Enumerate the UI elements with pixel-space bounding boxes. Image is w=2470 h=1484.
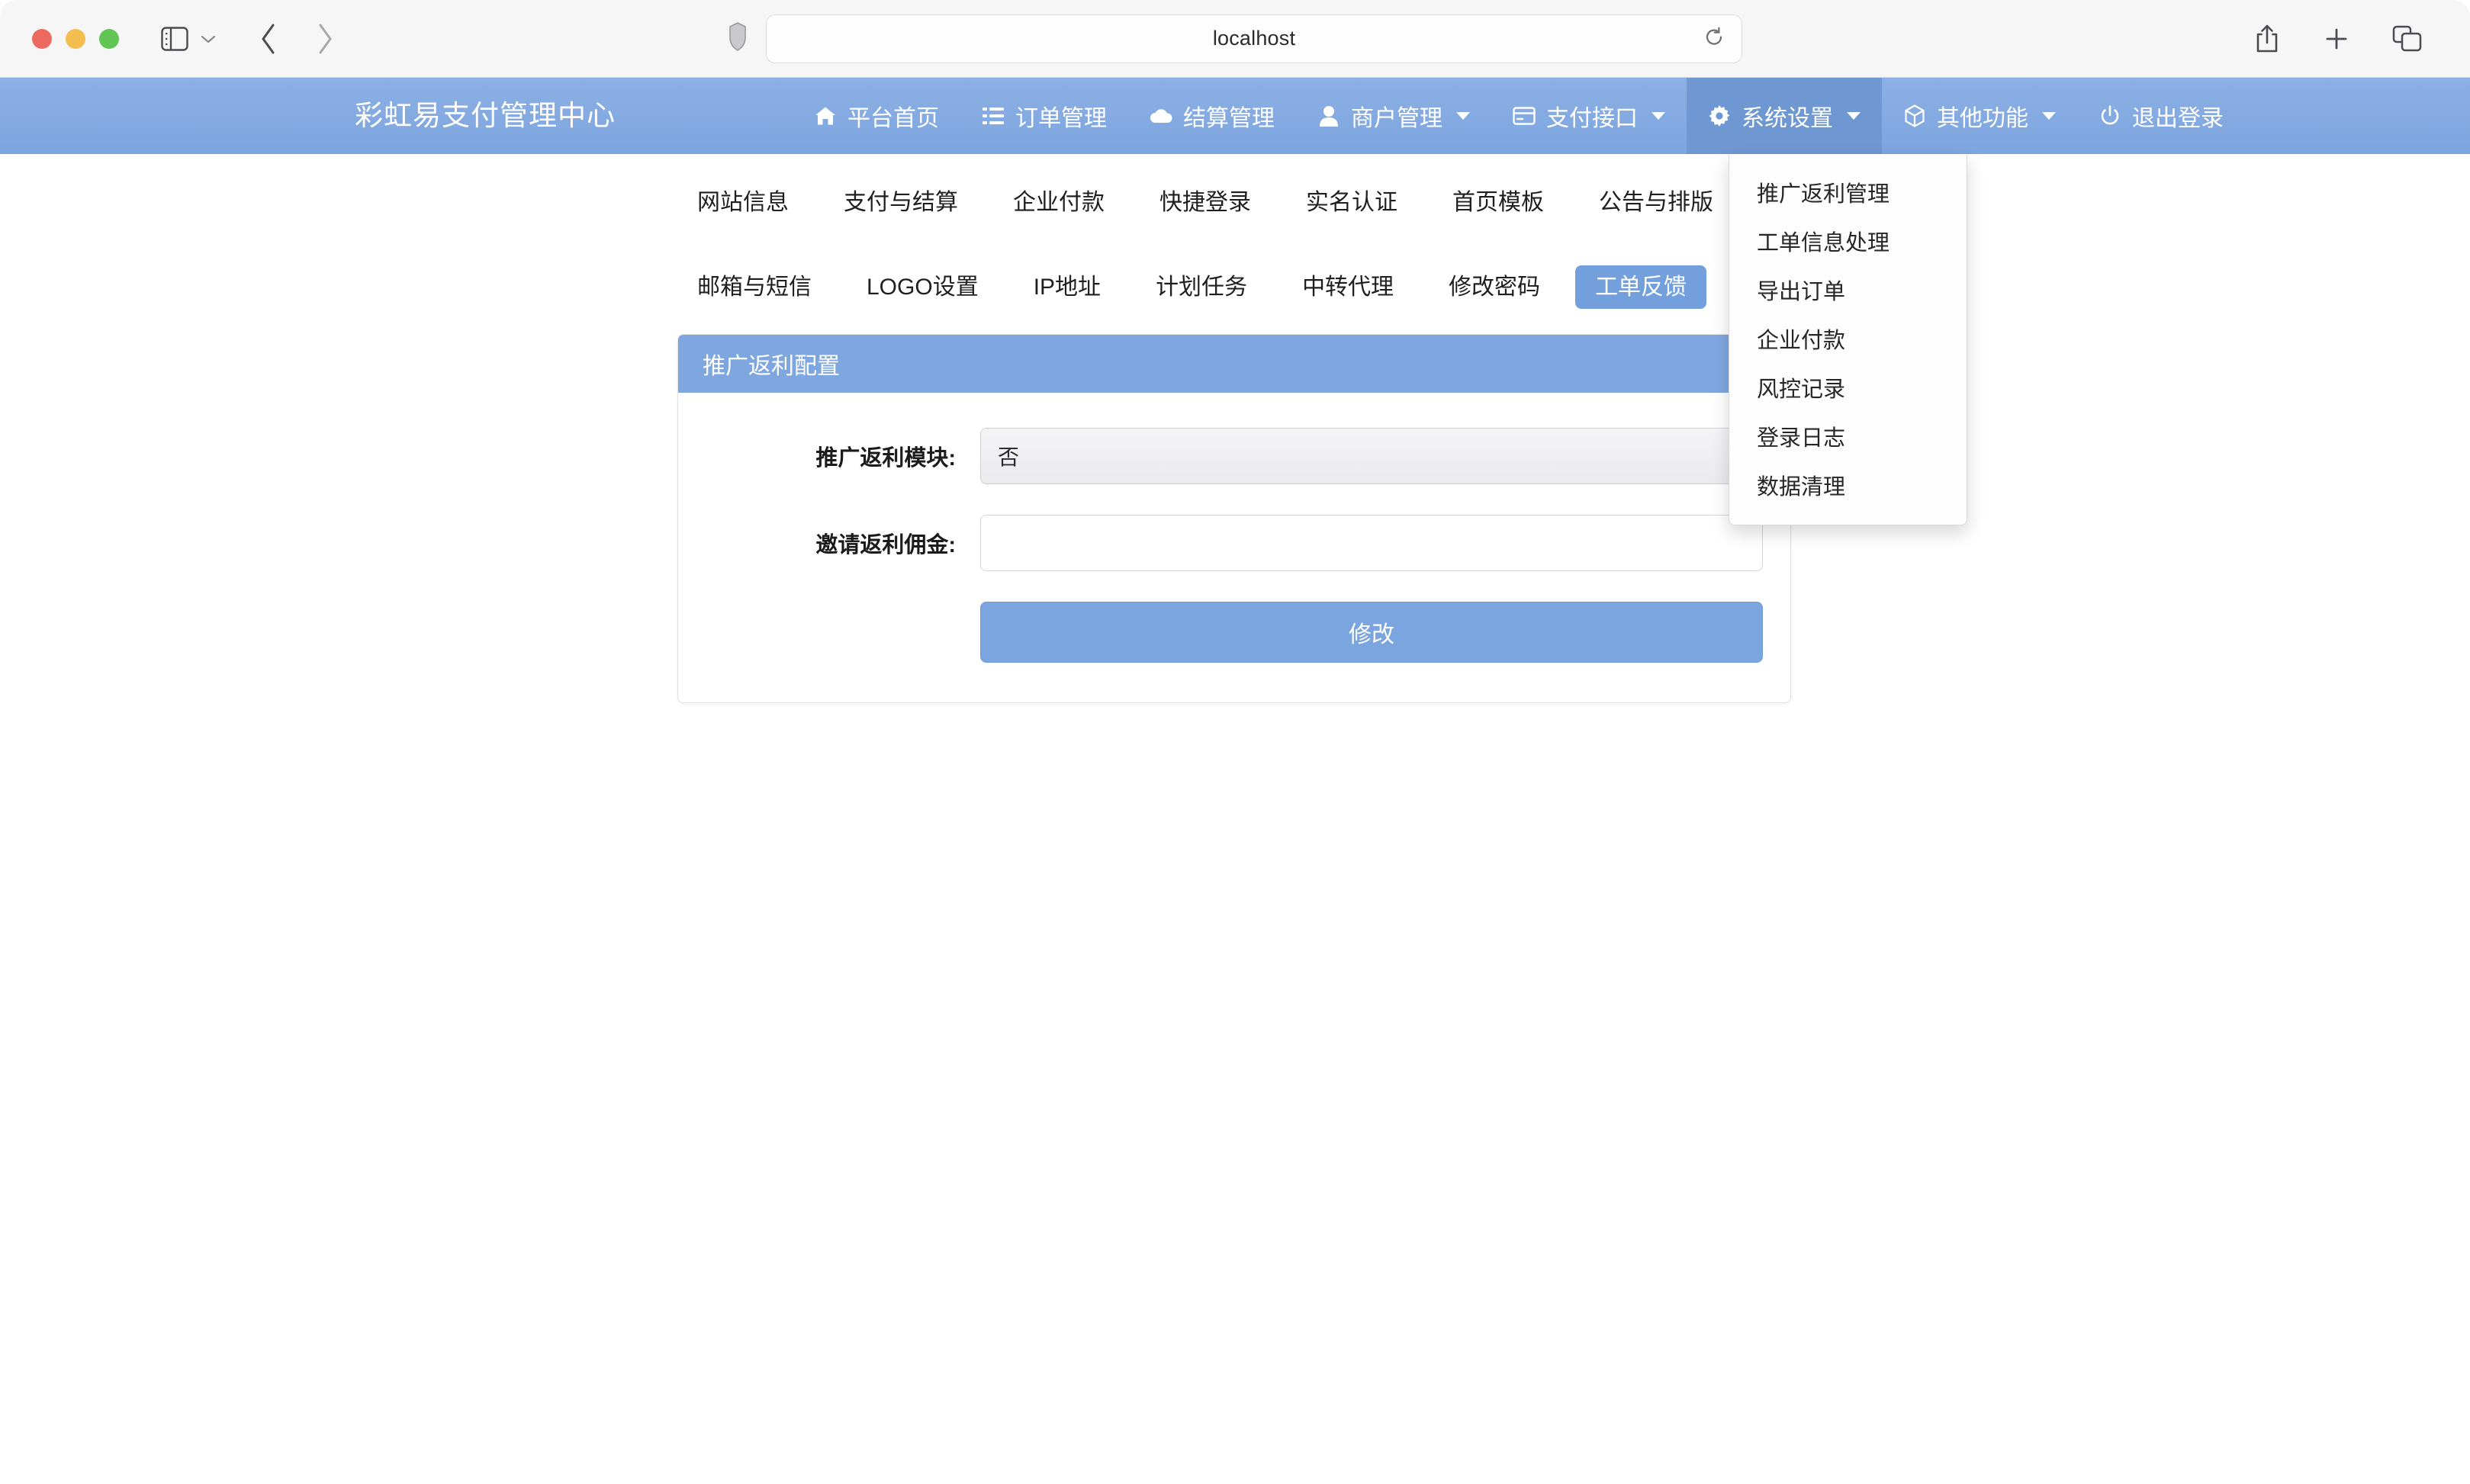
nav-item-label: 平台首页	[847, 106, 939, 131]
tab-homepage-template[interactable]: 首页模板	[1433, 181, 1564, 225]
tab-enterprise-payment[interactable]: 企业付款	[993, 181, 1124, 225]
nav-item-label: 系统设置	[1742, 106, 1833, 131]
list-icon	[982, 104, 1005, 127]
nav-item-system-settings[interactable]: 系统设置	[1687, 78, 1882, 154]
nav-item-merchants[interactable]: 商户管理	[1296, 78, 1491, 154]
tab-quick-login[interactable]: 快捷登录	[1140, 181, 1271, 225]
dropdown-item-risk-records[interactable]: 风控记录	[1729, 363, 1967, 412]
nav-item-label: 退出登录	[2132, 106, 2224, 131]
gear-icon	[1708, 104, 1731, 127]
address-bar-container: localhost	[0, 14, 2470, 63]
form-row-invite-commission: 邀请返利佣金:	[706, 515, 1763, 571]
window-controls	[32, 28, 119, 49]
app-title: 彩虹易支付管理中心	[355, 100, 616, 131]
nav-item-payment-interface[interactable]: 支付接口	[1491, 78, 1687, 154]
dropdown-item-login-log[interactable]: 登录日志	[1729, 412, 1967, 461]
browser-toolbar: localhost	[0, 0, 2470, 78]
chevron-down-icon	[1456, 112, 1470, 120]
form-actions: 修改	[706, 602, 1763, 663]
dropdown-item-ticket-processing[interactable]: 工单信息处理	[1729, 217, 1967, 265]
tab-email-sms[interactable]: 邮箱与短信	[677, 265, 831, 310]
user-icon	[1317, 104, 1340, 127]
nav-item-label: 其他功能	[1937, 106, 2028, 131]
nav-item-label: 结算管理	[1183, 106, 1275, 131]
tab-site-info[interactable]: 网站信息	[677, 181, 809, 225]
page-content: 网站信息 支付与结算 企业付款 快捷登录 实名认证 首页模板 公告与排版 邮箱与…	[0, 154, 2470, 1484]
form-row-rebate-module: 推广返利模块: 否	[706, 428, 1763, 484]
toolbar-actions	[2253, 24, 2423, 54]
tab-payment-settlement[interactable]: 支付与结算	[824, 181, 978, 225]
chevron-down-icon	[2042, 112, 2056, 120]
tab-change-password[interactable]: 修改密码	[1429, 265, 1560, 310]
nav-item-home[interactable]: 平台首页	[793, 78, 960, 154]
nav-item-label: 商户管理	[1351, 106, 1442, 131]
promotion-rebate-panel: 推广返利配置 推广返利模块: 否 邀请返利佣金: 修改	[677, 334, 1791, 703]
minimize-window-button[interactable]	[66, 28, 85, 49]
main-nav: 平台首页 订单管理 结算管理 商户管理 支付接口 系统设置 其他功能 退出登录	[793, 78, 2245, 154]
shield-icon[interactable]	[728, 21, 748, 56]
tab-scheduled-tasks[interactable]: 计划任务	[1136, 265, 1267, 310]
panel-title: 推广返利配置	[678, 335, 1790, 393]
share-icon[interactable]	[2253, 24, 2281, 54]
chevron-down-icon	[1847, 112, 1861, 120]
app-navbar: 彩虹易支付管理中心 平台首页 订单管理 结算管理 商户管理 支付接口 系统设置 …	[0, 78, 2470, 525]
reload-icon[interactable]	[1703, 26, 1725, 51]
form-actions-spacer	[706, 602, 980, 663]
system-settings-dropdown-menu: 推广返利管理 工单信息处理 导出订单 企业付款 风控记录 登录日志 数据清理	[1729, 154, 1967, 525]
tab-logo-settings[interactable]: LOGO设置	[847, 265, 999, 310]
dropdown-item-promotion-rebate[interactable]: 推广返利管理	[1729, 168, 1967, 217]
dropdown-item-export-orders[interactable]: 导出订单	[1729, 265, 1967, 314]
power-icon	[2099, 104, 2121, 127]
submit-button[interactable]: 修改	[980, 602, 1763, 663]
home-icon	[814, 104, 837, 127]
settings-tabs-row-1: 网站信息 支付与结算 企业付款 快捷登录 实名认证 首页模板 公告与排版	[677, 154, 1791, 230]
invite-commission-label: 邀请返利佣金:	[815, 533, 956, 557]
dropdown-item-data-cleanup[interactable]: 数据清理	[1729, 461, 1967, 509]
cloud-icon	[1150, 104, 1172, 127]
card-icon	[1513, 104, 1536, 127]
nav-item-label: 支付接口	[1546, 106, 1638, 131]
tab-announcement-layout[interactable]: 公告与排版	[1579, 181, 1733, 225]
tab-relay-proxy[interactable]: 中转代理	[1282, 265, 1413, 310]
close-window-button[interactable]	[32, 28, 52, 49]
url-text: localhost	[1212, 27, 1296, 50]
rebate-module-label: 推广返利模块:	[815, 446, 956, 471]
chevron-down-icon	[1651, 112, 1665, 120]
panel-body: 推广返利模块: 否 邀请返利佣金: 修改	[678, 393, 1790, 702]
tab-ip-address[interactable]: IP地址	[1014, 265, 1121, 310]
invite-commission-input[interactable]	[980, 515, 1763, 571]
nav-item-settlement[interactable]: 结算管理	[1128, 78, 1296, 154]
dropdown-item-enterprise-payment[interactable]: 企业付款	[1729, 314, 1967, 363]
nav-item-logout[interactable]: 退出登录	[2077, 78, 2245, 154]
maximize-window-button[interactable]	[99, 28, 119, 49]
nav-item-orders[interactable]: 订单管理	[960, 78, 1128, 154]
rebate-module-select[interactable]: 否	[980, 428, 1763, 484]
tab-ticket-feedback[interactable]: 工单反馈	[1575, 265, 1707, 309]
content-column: 网站信息 支付与结算 企业付款 快捷登录 实名认证 首页模板 公告与排版 邮箱与…	[677, 154, 1791, 703]
sidebar-icon[interactable]	[157, 21, 192, 56]
forward-arrow-icon[interactable]	[305, 19, 345, 59]
address-bar[interactable]: localhost	[766, 14, 1742, 63]
plus-icon[interactable]	[2324, 26, 2349, 52]
nav-item-label: 订单管理	[1015, 106, 1107, 131]
tab-real-name-auth[interactable]: 实名认证	[1286, 181, 1417, 225]
chevron-down-icon[interactable]	[197, 24, 220, 54]
back-arrow-icon[interactable]	[249, 19, 288, 59]
cube-icon	[1903, 104, 1926, 127]
nav-item-other-functions[interactable]: 其他功能	[1882, 78, 2077, 154]
browser-window: localhost 彩虹易支付管理中心 平台首页 订单管理 结算管理 商户管理 …	[0, 0, 2470, 1484]
tab-overview-icon[interactable]	[2392, 25, 2423, 53]
settings-tabs-row-2: 邮箱与短信 LOGO设置 IP地址 计划任务 中转代理 修改密码 工单反馈	[677, 230, 1791, 315]
